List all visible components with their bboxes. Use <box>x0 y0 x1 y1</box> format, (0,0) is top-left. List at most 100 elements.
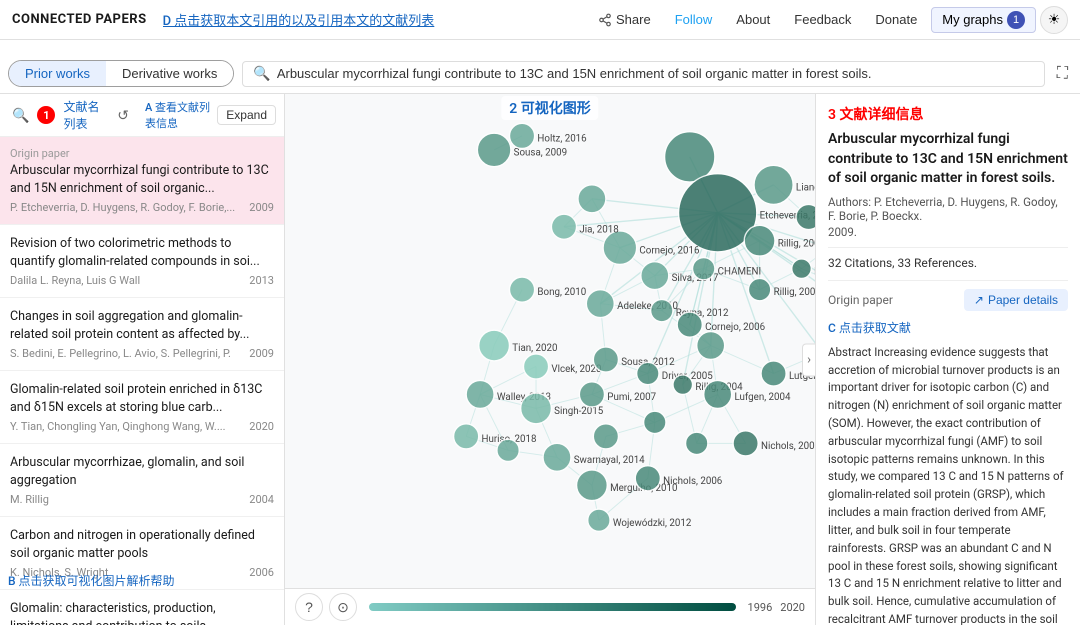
paper-title: Glomalin: characteristics, production, l… <box>10 600 274 625</box>
search-icon: 🔍 <box>253 66 270 82</box>
svg-text:Jia, 2018: Jia, 2018 <box>579 224 618 235</box>
tab-group: Prior works Derivative works <box>8 60 234 87</box>
theme-toggle-button[interactable]: ☀ <box>1040 6 1068 34</box>
paper-details-button[interactable]: ↗ Paper details <box>964 289 1068 311</box>
svg-text:Liang, 2015: Liang, 2015 <box>796 182 815 193</box>
paper-year: 2020 <box>249 420 274 433</box>
svg-text:Nichols, 2005: Nichols, 2005 <box>761 441 815 452</box>
paper-year: 2004 <box>249 493 274 506</box>
svg-text:Vlcek, 2020: Vlcek, 2020 <box>551 364 601 375</box>
refresh-button[interactable]: ↺ <box>113 105 133 126</box>
svg-text:Bong, 2010: Bong, 2010 <box>537 287 586 298</box>
search-bar: 🔍 <box>242 61 1044 87</box>
paper-year: 2009 <box>249 201 274 214</box>
divider <box>828 280 1068 281</box>
svg-text:Singh-2015: Singh-2015 <box>554 406 604 417</box>
authors-label: Authors: <box>828 195 871 209</box>
svg-text:Nichols, 2006: Nichols, 2006 <box>663 476 723 487</box>
paper-title: Arbuscular mycorrhizal fungi contribute … <box>10 162 274 197</box>
paper-year: 2006 <box>249 566 274 579</box>
paper-year: 2009 <box>249 347 274 360</box>
paper-meta: Y. Tian, Chongling Yan, Qinghong Wang, W… <box>10 420 274 433</box>
paper-authors: S. Bedini, E. Pellegrino, L. Avio, S. Pe… <box>10 347 231 360</box>
paper-title: Arbuscular mycorrhizae, glomalin, and so… <box>10 454 274 489</box>
svg-text:Holtz, 2016: Holtz, 2016 <box>537 134 587 145</box>
origin-paper-label: Origin paper <box>828 293 893 307</box>
timeline-start: 1996 <box>748 601 773 614</box>
about-button[interactable]: About <box>726 8 780 31</box>
paper-title: Revision of two colorimetric methods to … <box>10 235 274 270</box>
list-item[interactable]: Arbuscular mycorrhizae, glomalin, and so… <box>0 444 284 517</box>
share-button[interactable]: Share <box>588 8 661 31</box>
logo: CONNECTED PAPERS <box>12 12 147 27</box>
timeline-end: 2020 <box>780 601 805 614</box>
paper-meta: S. Bedini, E. Pellegrino, L. Avio, S. Pe… <box>10 347 274 360</box>
paper-authors: M. Rillig <box>10 493 49 506</box>
paper-authors: Y. Tian, Chongling Yan, Qinghong Wang, W… <box>10 420 226 433</box>
tab-derivative-works[interactable]: Derivative works <box>106 61 233 86</box>
sub-header-wrap: Prior works Derivative works 🔍 ⛶ <box>0 40 1080 94</box>
list-item[interactable]: Glomalin: characteristics, production, l… <box>0 590 284 625</box>
origin-paper-row: Origin paper ↗ Paper details <box>828 289 1068 311</box>
list-item[interactable]: Glomalin-related soil protein enriched i… <box>0 371 284 444</box>
svg-text:Lufgen, 2004: Lufgen, 2004 <box>734 392 791 403</box>
feedback-button[interactable]: Feedback <box>784 8 861 31</box>
svg-text:Rillig, 2006: Rillig, 2006 <box>778 238 815 249</box>
svg-text:Tian, 2020: Tian, 2020 <box>512 343 557 354</box>
annotation-c-label: C 点击获取文献 <box>828 319 1068 336</box>
header-actions: Share Follow About Feedback Donate My gr… <box>588 6 1068 34</box>
tab-prior-works[interactable]: Prior works <box>9 61 106 86</box>
annotation-a-label: 文献名列表 <box>63 98 105 132</box>
paper-detail-year: 2009. <box>828 225 1068 239</box>
my-graphs-label: My graphs <box>942 12 1003 27</box>
annotation-3-label: 3 文献详细信息 <box>828 104 1068 124</box>
svg-text:Rillig, 2006: Rillig, 2006 <box>774 287 815 298</box>
paper-meta: P. Etcheverria, D. Huygens, R. Godoy, F.… <box>10 201 274 214</box>
list-item[interactable]: Changes in soil aggregation and glomalin… <box>0 298 284 371</box>
viz-bottom-bar: ? ⊙ 1996 2020 <box>285 588 815 625</box>
toggle-right-panel-button[interactable]: › <box>802 343 815 376</box>
origin-label: Origin paper <box>10 147 274 160</box>
annotation-b-label: B 点击获取可视化图片解析帮助 <box>8 572 175 589</box>
right-panel: 3 文献详细信息 Arbuscular mycorrhizal fungi co… <box>815 94 1080 625</box>
donate-button[interactable]: Donate <box>865 8 927 31</box>
share-label: Share <box>616 12 651 27</box>
visualization-graph: Sousa, 2009Etcheverria, 2009Liang, 2015C… <box>285 94 815 625</box>
header-title[interactable]: D 点击获取本文引用的以及引用本文的文献列表 <box>163 10 588 29</box>
svg-text:Rillig, 2004: Rillig, 2004 <box>814 266 815 277</box>
expand-button[interactable]: Expand <box>217 105 276 125</box>
paper-abstract: Abstract Increasing evidence suggests th… <box>828 344 1068 625</box>
svg-text:CHAMENI: CHAMENI <box>718 266 761 277</box>
paper-authors: P. Etcheverria, D. Huygens, R. Godoy, F.… <box>10 201 235 214</box>
search-input[interactable] <box>277 66 1034 81</box>
external-link-icon: ↗ <box>974 293 984 307</box>
annotation-1-badge: 1 <box>37 106 55 124</box>
left-panel: 🔍 1 文献名列表 ↺ A 查看文献列表信息 Expand Origin pap… <box>0 94 285 625</box>
paper-detail-title: Arbuscular mycorrhizal fungi contribute … <box>828 130 1068 189</box>
svg-text:Wojewódzki, 2012: Wojewódzki, 2012 <box>613 518 692 529</box>
middle-panel: 2 可视化图形 Sousa, 2009Etcheverria, 2009Lian… <box>285 94 815 625</box>
my-graphs-button[interactable]: My graphs 1 <box>931 7 1036 33</box>
fullscreen-button[interactable]: ⛶ <box>1053 61 1072 87</box>
paper-meta: M. Rillig 2004 <box>10 493 274 506</box>
paper-title: Changes in soil aggregation and glomalin… <box>10 308 274 343</box>
paper-stats: 32 Citations, 33 References. <box>828 256 1068 270</box>
sub-header: Prior works Derivative works 🔍 ⛶ <box>0 40 1080 93</box>
svg-text:Cornejo, 2016: Cornejo, 2016 <box>639 245 700 256</box>
svg-text:Swarnayal, 2014: Swarnayal, 2014 <box>574 455 645 466</box>
left-panel-toolbar: 🔍 1 文献名列表 ↺ A 查看文献列表信息 Expand <box>0 94 284 137</box>
list-item[interactable]: Revision of two colorimetric methods to … <box>0 225 284 298</box>
header: CONNECTED PAPERS D 点击获取本文引用的以及引用本文的文献列表 … <box>0 0 1080 40</box>
paper-title: Glomalin-related soil protein enriched i… <box>10 381 274 416</box>
divider <box>828 247 1068 248</box>
follow-button[interactable]: Follow <box>665 8 723 31</box>
paper-detail-authors: Authors: P. Etcheverria, D. Huygens, R. … <box>828 195 1068 223</box>
paper-item-origin[interactable]: Origin paper Arbuscular mycorrhizal fung… <box>0 137 284 225</box>
timeline-bar <box>369 603 736 611</box>
paper-meta: Dalila L. Reyna, Luis G Wall 2013 <box>10 274 274 287</box>
main-layout: 🔍 1 文献名列表 ↺ A 查看文献列表信息 Expand Origin pap… <box>0 94 1080 625</box>
graphs-count-badge: 1 <box>1007 11 1025 29</box>
search-toggle-button[interactable]: 🔍 <box>8 105 33 126</box>
paper-details-label: Paper details <box>988 293 1058 307</box>
paper-year: 2013 <box>249 274 274 287</box>
